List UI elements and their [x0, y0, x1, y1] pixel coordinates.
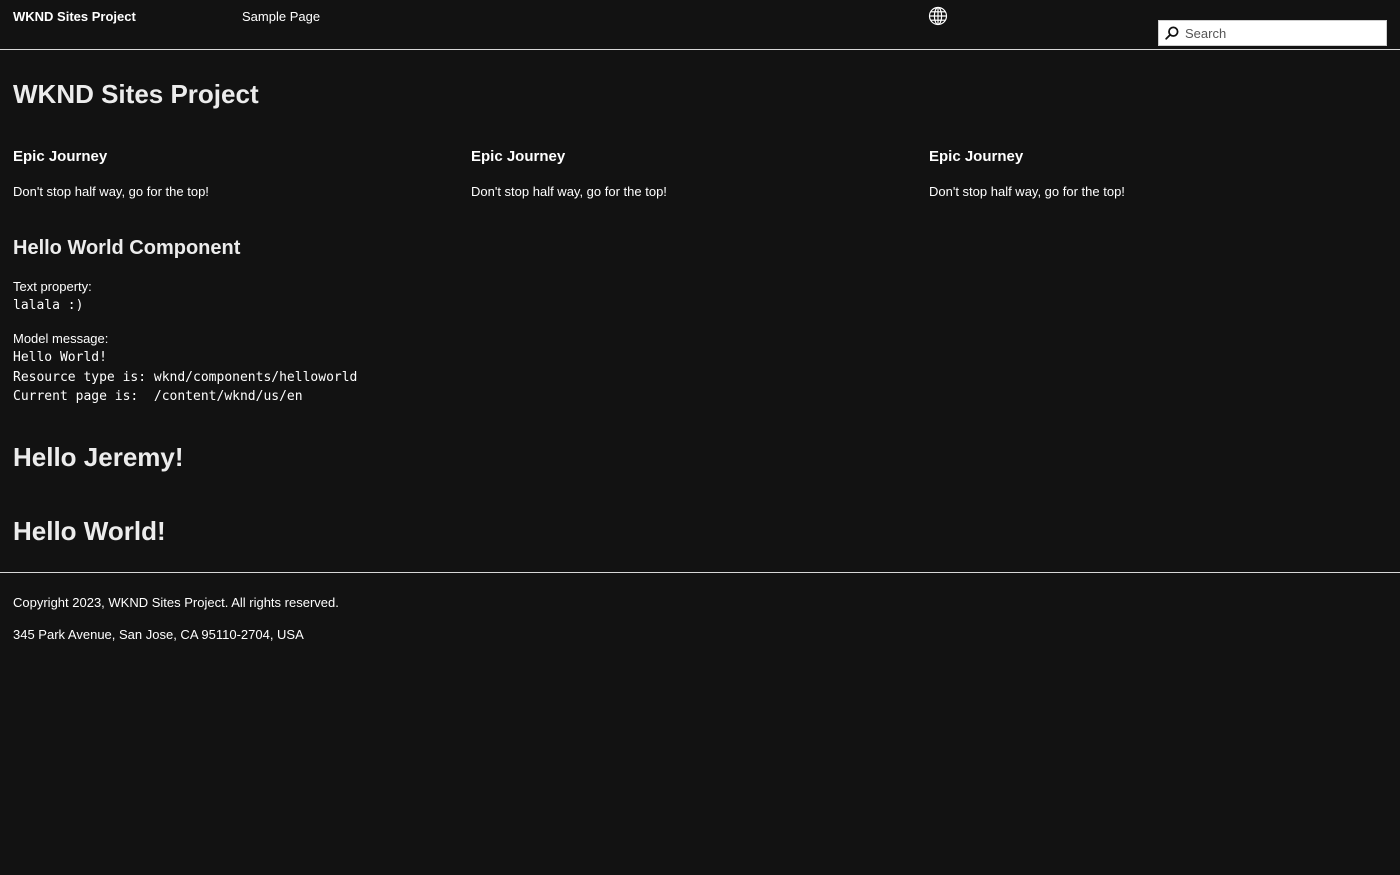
text-property-value: lalala :) — [13, 298, 84, 313]
search-box — [1158, 20, 1387, 46]
teaser-card: Epic Journey Don't stop half way, go for… — [13, 148, 433, 200]
nav-link-sample-page[interactable]: Sample Page — [242, 9, 320, 24]
model-message-label: Model message: — [13, 331, 109, 346]
teaser-title: Epic Journey — [13, 148, 108, 165]
teaser-description: Don't stop half way, go for the top! — [13, 184, 209, 199]
main-content: WKND Sites Project Epic Journey Don't st… — [0, 50, 1400, 573]
brand-link[interactable]: WKND Sites Project — [13, 9, 136, 24]
greeting-heading: Hello Jeremy! — [13, 442, 184, 472]
teaser-title: Epic Journey — [929, 148, 1024, 165]
text-property-label: Text property: — [13, 279, 92, 294]
model-message-line: Current page is: /content/wknd/us/en — [13, 389, 303, 404]
site-footer: Copyright 2023, WKND Sites Project. All … — [0, 573, 1400, 873]
site-header: WKND Sites Project Sample Page — [0, 0, 1400, 50]
teaser-title: Epic Journey — [471, 148, 566, 165]
hello-world-title: Hello World Component — [13, 237, 241, 259]
globe-icon[interactable] — [928, 6, 948, 26]
greeting-heading: Hello World! — [13, 516, 166, 546]
page-title: WKND Sites Project — [13, 79, 259, 109]
teaser-card: Epic Journey Don't stop half way, go for… — [471, 148, 891, 200]
search-icon — [1165, 26, 1179, 40]
teaser-description: Don't stop half way, go for the top! — [929, 184, 1125, 199]
footer-address: 345 Park Avenue, San Jose, CA 95110-2704… — [13, 627, 304, 642]
model-message-line: Resource type is: wknd/components/hellow… — [13, 369, 358, 385]
teaser-description: Don't stop half way, go for the top! — [471, 184, 667, 199]
teaser-card: Epic Journey Don't stop half way, go for… — [929, 148, 1349, 200]
model-message-line: Hello World! — [13, 350, 107, 365]
search-input[interactable] — [1185, 21, 1383, 45]
footer-copyright: Copyright 2023, WKND Sites Project. All … — [13, 595, 339, 610]
